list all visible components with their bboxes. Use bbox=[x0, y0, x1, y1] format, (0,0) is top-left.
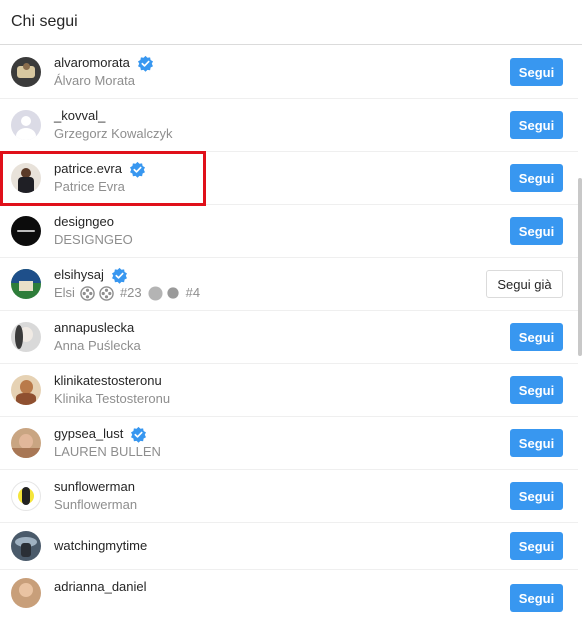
white-circle-icon bbox=[148, 285, 163, 301]
scrollbar[interactable] bbox=[578, 178, 582, 356]
avatar[interactable] bbox=[11, 163, 41, 193]
list-item-annapuslecka[interactable]: annapuslecka Anna Puślecka Segui bbox=[0, 311, 578, 364]
list-item-adrianna-daniel[interactable]: adrianna_daniel Segui bbox=[0, 570, 578, 623]
list-item-sunflowerman[interactable]: sunflowerman Sunflowerman Segui bbox=[0, 470, 578, 523]
verified-badge-icon bbox=[129, 161, 145, 178]
film-reel-icon bbox=[99, 285, 114, 301]
avatar[interactable] bbox=[11, 481, 41, 511]
full-name: Klinika Testosteronu bbox=[54, 391, 171, 406]
avatar[interactable] bbox=[11, 578, 41, 608]
follow-button[interactable]: Segui bbox=[510, 164, 563, 192]
follow-button[interactable]: Segui bbox=[510, 217, 563, 245]
verified-badge-icon bbox=[111, 267, 127, 284]
follow-button[interactable]: Segui bbox=[510, 532, 563, 560]
full-name-number: #4 bbox=[185, 285, 201, 300]
avatar[interactable] bbox=[11, 322, 41, 352]
follow-button[interactable]: Segui bbox=[510, 584, 563, 612]
list-item-kovval[interactable]: _kovval_ Grzegorz Kowalczyk Segui bbox=[0, 99, 578, 152]
list-item-gypsea-lust[interactable]: gypsea_lust LAUREN BULLEN Segui bbox=[0, 417, 578, 470]
avatar[interactable] bbox=[11, 57, 41, 87]
gray-circle-icon bbox=[167, 287, 179, 299]
list-item-designgeo[interactable]: designgeo DESIGNGEO Segui bbox=[0, 205, 578, 258]
following-button[interactable]: Segui già bbox=[486, 270, 563, 298]
full-name: Patrice Evra bbox=[54, 179, 125, 194]
username[interactable]: alvaromorata bbox=[54, 54, 130, 72]
username[interactable]: watchingmytime bbox=[54, 537, 147, 555]
verified-badge-icon bbox=[137, 55, 153, 72]
follow-button[interactable]: Segui bbox=[510, 482, 563, 510]
username[interactable]: annapuslecka bbox=[54, 319, 134, 337]
avatar[interactable] bbox=[11, 428, 41, 458]
username[interactable]: elsihysaj bbox=[54, 266, 104, 284]
list-item-elsihysaj[interactable]: elsihysaj Elsi #23 #4 Segui già bbox=[0, 258, 578, 311]
avatar[interactable] bbox=[11, 269, 41, 299]
verified-badge-icon bbox=[131, 426, 147, 443]
full-name-text: Elsi bbox=[54, 285, 75, 300]
full-name: Álvaro Morata bbox=[54, 73, 135, 88]
list-item-klinikatestosteronu[interactable]: klinikatestosteronu Klinika Testosteronu… bbox=[0, 364, 578, 417]
avatar[interactable] bbox=[11, 375, 41, 405]
username[interactable]: sunflowerman bbox=[54, 478, 135, 496]
follow-button[interactable]: Segui bbox=[510, 111, 563, 139]
list-item-watchingmytime[interactable]: watchingmytime Segui bbox=[0, 523, 578, 570]
username[interactable]: _kovval_ bbox=[54, 107, 105, 125]
avatar[interactable] bbox=[11, 216, 41, 246]
full-name: Sunflowerman bbox=[54, 497, 138, 512]
full-name-number: #23 bbox=[119, 285, 142, 300]
username[interactable]: designgeo bbox=[54, 213, 114, 231]
follow-button[interactable]: Segui bbox=[510, 429, 563, 457]
full-name: Grzegorz Kowalczyk bbox=[54, 126, 173, 141]
full-name: DESIGNGEO bbox=[54, 232, 133, 247]
full-name: Anna Puślecka bbox=[54, 338, 141, 353]
full-name: LAUREN BULLEN bbox=[54, 444, 161, 459]
avatar[interactable] bbox=[11, 531, 41, 561]
avatar[interactable] bbox=[11, 110, 41, 140]
username[interactable]: klinikatestosteronu bbox=[54, 372, 162, 390]
follow-button[interactable]: Segui bbox=[510, 376, 563, 404]
film-reel-icon bbox=[80, 285, 95, 301]
username[interactable]: patrice.evra bbox=[54, 160, 122, 178]
username[interactable]: gypsea_lust bbox=[54, 425, 123, 443]
username[interactable]: adrianna_daniel bbox=[54, 578, 147, 596]
list-item-alvaromorata[interactable]: alvaromorata Álvaro Morata Segui bbox=[0, 46, 578, 99]
dialog-title: Chi segui bbox=[11, 13, 78, 30]
follow-button[interactable]: Segui bbox=[510, 58, 563, 86]
following-list[interactable]: alvaromorata Álvaro Morata Segui _kovval… bbox=[0, 46, 578, 623]
dialog-header: Chi segui bbox=[0, 0, 582, 45]
list-item-patrice-evra[interactable]: patrice.evra Patrice Evra Segui bbox=[0, 152, 578, 205]
follow-button[interactable]: Segui bbox=[510, 323, 563, 351]
